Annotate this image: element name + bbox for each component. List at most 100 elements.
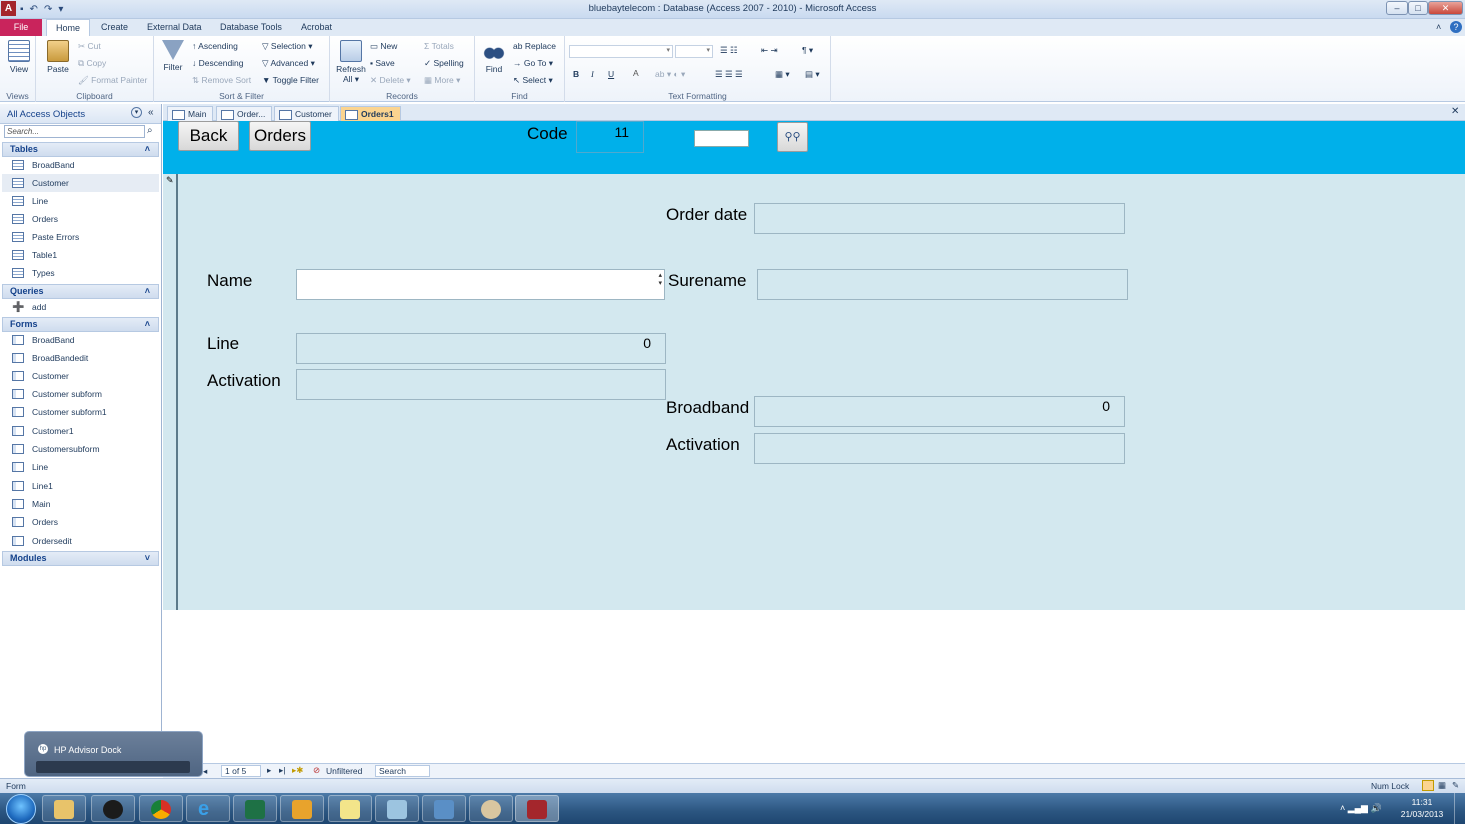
filter-status[interactable]: Unfiltered <box>326 766 362 776</box>
design-view-icon[interactable]: ✎ <box>1452 780 1459 791</box>
nav-item-form-main[interactable]: Main <box>2 495 159 513</box>
nav-item-table-paste-errors[interactable]: Paste Errors <box>2 228 159 246</box>
paint-taskbar-button[interactable] <box>469 795 513 822</box>
start-button-icon[interactable] <box>6 794 36 824</box>
nav-item-table-types[interactable]: Types <box>2 264 159 282</box>
nav-item-table-table1[interactable]: Table1 <box>2 246 159 264</box>
current-record-field[interactable]: 1 of 5 <box>221 765 261 777</box>
spin-arrows-icon[interactable]: ▴ ▾ <box>658 272 662 288</box>
clock-time[interactable]: 11:31 <box>1400 797 1444 807</box>
save-record-button[interactable]: ▪ Save <box>370 58 395 68</box>
search-icon[interactable]: ⌕ <box>147 125 153 136</box>
new-record-icon[interactable]: ▸✱ <box>292 765 303 776</box>
sticky-notes-taskbar-button[interactable] <box>328 795 372 822</box>
access-taskbar-button[interactable] <box>515 795 559 822</box>
nav-item-form-ordersedit[interactable]: Ordersedit <box>2 532 159 550</box>
back-button[interactable]: Back <box>178 121 239 151</box>
nav-item-table-customer[interactable]: Customer <box>2 174 159 192</box>
font-size-dropdown[interactable]: ▾ <box>675 45 713 58</box>
broadband-activation-field[interactable] <box>754 433 1125 464</box>
code-field[interactable]: 11 <box>576 121 644 153</box>
app-taskbar-button[interactable] <box>375 795 419 822</box>
doc-tab-customer[interactable]: Customer <box>274 106 339 121</box>
ascending-button[interactable]: ↑ Ascending <box>192 41 238 51</box>
help-icon[interactable]: ? <box>1450 21 1462 33</box>
find-record-button[interactable]: ⚲⚲ <box>777 122 808 152</box>
view-button[interactable]: View <box>6 40 32 74</box>
next-record-icon[interactable]: ▸ <box>267 765 271 776</box>
font-color-button[interactable]: A <box>633 68 639 78</box>
tray-icons[interactable]: ˄ ▂▄▆ 🔊 <box>1340 803 1382 814</box>
last-record-icon[interactable]: ▸| <box>279 765 285 776</box>
filter-button[interactable]: Filter <box>160 40 186 72</box>
nav-item-table-orders[interactable]: Orders <box>2 210 159 228</box>
chrome-taskbar-button[interactable] <box>139 795 183 822</box>
doc-tab-main[interactable]: Main <box>167 106 214 121</box>
delete-record-button[interactable]: ✕ Delete ▾ <box>370 75 411 86</box>
tab-create[interactable]: Create <box>92 19 137 36</box>
select-button[interactable]: ↖ Select ▾ <box>513 75 553 86</box>
nav-menu-chevron-icon[interactable]: ▾ <box>131 107 142 118</box>
section-header-forms[interactable]: Forms ˄ <box>2 317 159 332</box>
broadband-field[interactable]: 0 <box>754 396 1125 427</box>
advanced-button[interactable]: ▽ Advanced ▾ <box>262 58 315 69</box>
nav-item-form-broadband[interactable]: BroadBand <box>2 331 159 349</box>
refresh-all-button[interactable]: Refresh All ▾ <box>334 40 368 85</box>
align-icons[interactable]: ☰ ☰ ☰ <box>715 69 743 80</box>
minimize-button[interactable]: – <box>1386 1 1408 15</box>
nav-item-form-customer1[interactable]: Customer1 <box>2 422 159 440</box>
cut-button[interactable]: ✂ Cut <box>78 41 101 52</box>
record-selector[interactable]: ✎ <box>163 174 178 610</box>
selection-button[interactable]: ▽ Selection ▾ <box>262 41 313 52</box>
show-desktop-button[interactable] <box>1454 793 1465 824</box>
order-date-field[interactable] <box>754 203 1125 234</box>
spelling-button[interactable]: ✓ Spelling <box>424 58 464 69</box>
close-document-icon[interactable]: ✕ <box>1451 106 1459 117</box>
nav-item-form-line1[interactable]: Line1 <box>2 477 159 495</box>
outlook-taskbar-button[interactable] <box>280 795 324 822</box>
nav-item-form-customersubform[interactable]: Customersubform <box>2 440 159 458</box>
nav-pane-header[interactable]: All Access Objects ▾ « <box>0 104 161 124</box>
tab-acrobat[interactable]: Acrobat <box>292 19 341 36</box>
totals-button[interactable]: Σ Totals <box>424 41 454 51</box>
name-combobox[interactable]: ▴ ▾ <box>296 269 665 300</box>
replace-button[interactable]: ab Replace <box>513 41 556 51</box>
nav-item-form-broadbandedit[interactable]: BroadBandedit <box>2 349 159 367</box>
nav-item-form-customer[interactable]: Customer <box>2 367 159 385</box>
surename-field[interactable] <box>757 269 1128 300</box>
record-search-input[interactable]: Search <box>375 765 430 777</box>
goto-button[interactable]: → Go To ▾ <box>513 58 553 69</box>
excel-taskbar-button[interactable] <box>233 795 277 822</box>
shutter-bar-close-icon[interactable]: « <box>148 107 154 118</box>
section-header-modules[interactable]: Modules ˅ <box>2 551 159 566</box>
nav-item-form-line[interactable]: Line <box>2 458 159 476</box>
doc-tab-order[interactable]: Order... <box>216 106 273 121</box>
hp-advisor-dock[interactable]: hp HP Advisor Dock <box>24 731 203 777</box>
bold-button[interactable]: B <box>573 69 579 79</box>
nav-item-query-add[interactable]: ➕ add <box>2 298 159 316</box>
close-button[interactable]: ✕ <box>1428 1 1463 15</box>
find-button[interactable]: Find <box>481 40 507 74</box>
alternate-fill-icon[interactable]: ▤ ▾ <box>805 69 820 80</box>
section-header-tables[interactable]: Tables ˄ <box>2 142 159 157</box>
copy-button[interactable]: ⧉ Copy <box>78 58 106 69</box>
paragraph-direction-icon[interactable]: ¶ ▾ <box>802 45 813 56</box>
font-name-dropdown[interactable]: ▾ <box>569 45 673 58</box>
remove-sort-button[interactable]: ⇅ Remove Sort <box>192 75 251 86</box>
control-panel-taskbar-button[interactable] <box>422 795 466 822</box>
toggle-filter-button[interactable]: ▼ Toggle Filter <box>262 75 319 85</box>
gridlines-icon[interactable]: ▦ ▾ <box>775 69 790 80</box>
indent-icon[interactable]: ⇤ ⇥ <box>761 45 778 56</box>
tab-external-data[interactable]: External Data <box>138 19 211 36</box>
format-painter-button[interactable]: 🖌 Format Painter <box>78 75 147 86</box>
line-field[interactable]: 0 <box>296 333 666 364</box>
maximize-button[interactable]: □ <box>1408 1 1428 15</box>
nav-search-input[interactable]: Search... <box>4 125 145 138</box>
underline-button[interactable]: U <box>608 69 614 79</box>
descending-button[interactable]: ↓ Descending <box>192 58 244 68</box>
tab-file[interactable]: File <box>0 19 42 36</box>
nav-item-form-orders[interactable]: Orders <box>2 513 159 531</box>
ie-taskbar-button[interactable]: e <box>186 795 230 822</box>
filter-indicator-icon[interactable]: ⊘ <box>313 765 320 776</box>
hp-taskbar-button[interactable] <box>91 795 135 822</box>
